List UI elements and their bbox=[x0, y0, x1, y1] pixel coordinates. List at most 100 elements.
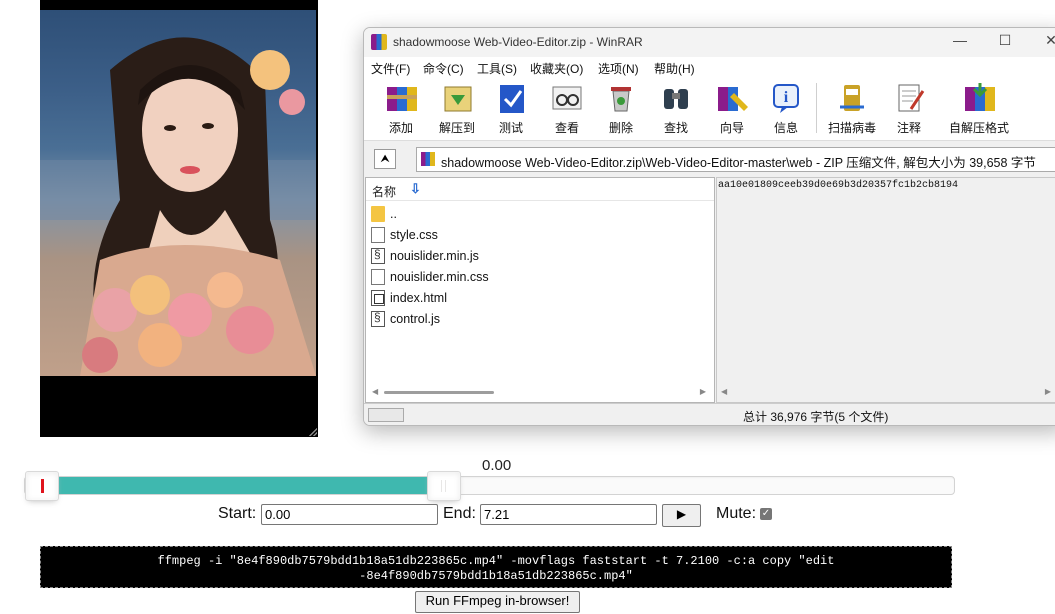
archive-comment: aa10e01809ceeb39d0e69b3d20357fc1b2cb8194 bbox=[718, 180, 959, 191]
file-row[interactable]: control.js bbox=[370, 309, 700, 329]
video-frame-image bbox=[40, 10, 316, 376]
test-icon bbox=[493, 81, 529, 115]
end-label: End: bbox=[443, 505, 476, 522]
toolbar-scan-virus-button[interactable]: 扫描病毒 bbox=[824, 81, 880, 136]
script-icon bbox=[371, 310, 385, 327]
menu-help[interactable]: 帮助(H) bbox=[654, 60, 695, 77]
range-end-handle[interactable] bbox=[427, 471, 461, 501]
play-button[interactable]: ▶ bbox=[662, 504, 701, 527]
toolbar-label: 查找 bbox=[663, 121, 688, 135]
start-label: Start: bbox=[218, 505, 257, 522]
range-slider[interactable] bbox=[24, 471, 955, 501]
menu-options[interactable]: 选项(N) bbox=[598, 60, 639, 77]
file-row[interactable]: nouislider.min.css bbox=[370, 267, 700, 287]
video-frame-illustration bbox=[40, 37, 316, 376]
toolbar-test-button[interactable]: 测试 bbox=[483, 81, 539, 136]
toolbar-label: 添加 bbox=[388, 121, 413, 135]
file-name: .. bbox=[390, 207, 397, 221]
folder-icon bbox=[371, 206, 385, 222]
toolbar-label: 信息 bbox=[773, 121, 798, 135]
window-title: shadowmoose Web-Video-Editor.zip - WinRA… bbox=[393, 35, 643, 49]
address-bar: ⮝ shadowmoose Web-Video-Editor.zip\Web-V… bbox=[364, 144, 1055, 173]
archive-icon bbox=[421, 152, 435, 166]
sort-descending-icon: ⇩ bbox=[410, 181, 421, 196]
add-archive-icon bbox=[383, 81, 419, 115]
toolbar-delete-button[interactable]: 删除 bbox=[593, 81, 649, 136]
file-name: control.js bbox=[390, 312, 441, 326]
sfx-archive-icon bbox=[961, 81, 997, 115]
path-field[interactable]: shadowmoose Web-Video-Editor.zip\Web-Vid… bbox=[416, 147, 1055, 172]
mute-checkbox[interactable]: ✓ bbox=[760, 508, 772, 520]
file-row[interactable]: .. bbox=[370, 204, 700, 224]
range-slider-fill bbox=[41, 477, 443, 494]
column-header-label: 名称 bbox=[372, 185, 397, 199]
video-player[interactable] bbox=[40, 0, 318, 437]
toolbar-find-button[interactable]: 查找 bbox=[648, 81, 704, 136]
range-start-handle[interactable] bbox=[25, 471, 59, 501]
start-time-input[interactable] bbox=[261, 504, 438, 525]
toolbar-label: 删除 bbox=[608, 121, 633, 135]
toolbar-label: 解压到 bbox=[438, 121, 475, 135]
toolbar-label: 测试 bbox=[498, 121, 523, 135]
document-icon bbox=[371, 227, 385, 243]
resize-grip-icon[interactable] bbox=[309, 428, 317, 436]
view-glasses-icon bbox=[549, 81, 585, 115]
binoculars-icon bbox=[658, 81, 694, 115]
toolbar-sfx-button[interactable]: 自解压格式 bbox=[939, 81, 1019, 136]
drive-key-icon[interactable] bbox=[368, 408, 404, 422]
scrollbar-thumb[interactable] bbox=[384, 391, 494, 394]
maximize-button[interactable]: ☐ bbox=[990, 32, 1020, 49]
scroll-right-icon[interactable]: ▶ bbox=[700, 387, 706, 396]
toolbar-view-button[interactable]: 查看 bbox=[539, 81, 595, 136]
up-folder-button[interactable]: ⮝ bbox=[374, 149, 396, 169]
file-name: style.css bbox=[390, 228, 438, 242]
menu-file[interactable]: 文件(F) bbox=[371, 60, 410, 77]
ffmpeg-command-box: ffmpeg -i "8e4f890db7579bdd1b18a51db2238… bbox=[40, 546, 952, 588]
scroll-left-icon[interactable]: ◀ bbox=[721, 387, 727, 396]
web-page-icon bbox=[371, 290, 385, 306]
file-row[interactable]: nouislider.min.js bbox=[370, 246, 700, 266]
file-name: index.html bbox=[390, 291, 447, 305]
file-name: nouislider.min.js bbox=[390, 249, 479, 263]
name-column-header[interactable]: 名称 ⇩ bbox=[366, 178, 714, 201]
path-text: shadowmoose Web-Video-Editor.zip\Web-Vid… bbox=[441, 156, 1036, 170]
scroll-left-icon[interactable]: ◀ bbox=[372, 387, 378, 396]
horizontal-scrollbar[interactable]: ◀ ▶ bbox=[372, 387, 706, 397]
toolbar: 添加 解压到 测试 查看 删除 查找 向导 i 信息 扫描病毒 注释 自解压格式 bbox=[364, 77, 1055, 141]
title-bar: shadowmoose Web-Video-Editor.zip - WinRA… bbox=[364, 28, 1055, 57]
menu-tools[interactable]: 工具(S) bbox=[477, 60, 517, 77]
winrar-app-icon bbox=[371, 34, 387, 50]
status-bar: 总计 36,976 字节(5 个文件) bbox=[364, 403, 1055, 425]
toolbar-wizard-button[interactable]: 向导 bbox=[704, 81, 760, 136]
document-icon bbox=[371, 269, 385, 285]
play-icon: ▶ bbox=[676, 507, 687, 521]
menu-favorites[interactable]: 收藏夹(O) bbox=[530, 60, 583, 77]
file-row[interactable]: index.html bbox=[370, 288, 700, 308]
toolbar-label: 查看 bbox=[554, 121, 579, 135]
toolbar-extract-button[interactable]: 解压到 bbox=[429, 81, 485, 136]
extract-folder-icon bbox=[439, 81, 475, 115]
mute-label: Mute: bbox=[716, 505, 757, 522]
close-button[interactable]: ✕ bbox=[1036, 32, 1055, 49]
toolbar-add-button[interactable]: 添加 bbox=[373, 81, 429, 136]
run-ffmpeg-button[interactable]: Run FFmpeg in-browser! bbox=[415, 591, 580, 613]
menu-commands[interactable]: 命令(C) bbox=[423, 60, 464, 77]
menu-bar: 文件(F) 命令(C) 工具(S) 收藏夹(O) 选项(N) 帮助(H) bbox=[364, 57, 1055, 77]
svg-text:i: i bbox=[784, 89, 789, 106]
minimize-button[interactable]: — bbox=[945, 32, 975, 48]
toolbar-label: 自解压格式 bbox=[948, 121, 1009, 135]
toolbar-info-button[interactable]: i 信息 bbox=[758, 81, 814, 136]
scan-virus-icon bbox=[834, 81, 870, 115]
file-row[interactable]: style.css bbox=[370, 225, 700, 245]
time-readout: 0.00 bbox=[482, 457, 512, 474]
horizontal-scrollbar[interactable]: ◀ ▶ bbox=[721, 387, 1051, 397]
toolbar-separator bbox=[816, 83, 817, 133]
toolbar-label: 扫描病毒 bbox=[827, 121, 876, 135]
delete-recycle-icon bbox=[603, 81, 639, 115]
scroll-right-icon[interactable]: ▶ bbox=[1045, 387, 1051, 396]
end-time-input[interactable] bbox=[480, 504, 657, 525]
toolbar-comment-button[interactable]: 注释 bbox=[881, 81, 937, 136]
file-name: nouislider.min.css bbox=[390, 270, 489, 284]
winrar-window: shadowmoose Web-Video-Editor.zip - WinRA… bbox=[363, 27, 1055, 426]
status-text: 总计 36,976 字节(5 个文件) bbox=[743, 410, 889, 424]
